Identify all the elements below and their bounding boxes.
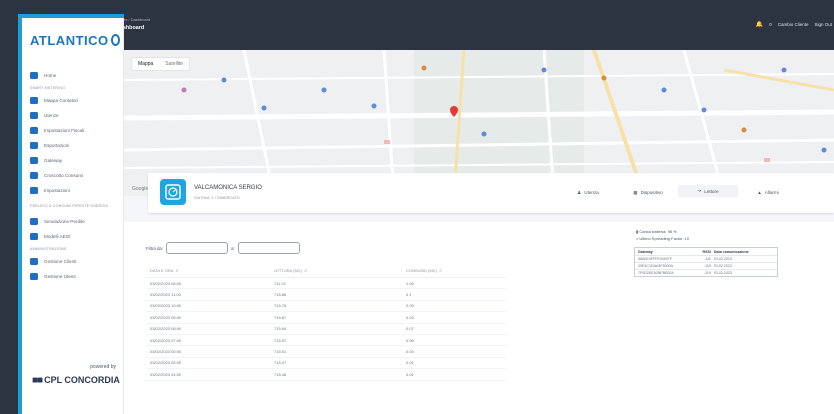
top-actions: 🔔 0 Cambio Cliente Sign Out — [756, 21, 832, 28]
filter-from-label: Filtra da: — [146, 245, 164, 251]
sidebar-item-clienti[interactable]: Gestione Clienti — [22, 254, 124, 269]
customer-card: VALCAMONICA SERGIO VIA RIVA, 1 / GIMERCA… — [148, 173, 834, 213]
tab-allarmi[interactable]: ▲ Allarmi — [738, 188, 798, 197]
table-header: DATA E ORA ⇵ LETTURA (MC) ⇵ CONSUMO (MC) ⇵ — [146, 264, 506, 278]
users-icon — [30, 112, 38, 119]
table-row: 00E4C1DAA3F5000A -115 03.02.2023 — [635, 262, 777, 269]
top-bar — [124, 0, 834, 50]
powered-by: powered by — [90, 364, 116, 370]
spreading-factor: ≈ Ultimo Spreading Factor: 10 — [636, 236, 690, 241]
table-row: 03/02/2023 07:00 715.57 0.06 — [146, 335, 506, 347]
sidebar-item-utenti[interactable]: Gestione Utenti — [22, 269, 124, 284]
table-row: 03/02/2023 08:00 715.64 0.07 — [146, 324, 506, 335]
sidebar-item-modelli[interactable]: Modelli AEGI — [22, 229, 124, 244]
sidebar-item-impostazioni[interactable]: Impostazioni — [22, 183, 124, 198]
map-tab-mappa[interactable]: Mappa — [132, 61, 159, 67]
sort-icon: ⇵ — [175, 268, 179, 273]
sort-icon: ⇵ — [304, 268, 308, 273]
logo-text: ATLANTICO — [30, 32, 109, 48]
gateway-table: Gateway RSSI Data comunicazione 58A0E4FFFE… — [634, 247, 778, 277]
table-row: 58A0E4FFFE00907F -111 03.02.2023 — [635, 255, 777, 262]
col-data-ora[interactable]: DATA E ORA ⇵ — [146, 268, 274, 273]
table-row: 03/02/2023 08:00 711.01 1.06 — [146, 278, 506, 290]
filter-to-label: a: — [231, 245, 235, 251]
sidebar-item-simulazione[interactable]: Simulazione Perdite — [22, 214, 124, 229]
table-row: 03/02/2023 11:00 715.86 0.1 — [146, 289, 506, 301]
logo-ring-icon — [110, 34, 120, 46]
bell-icon[interactable]: 🔔 — [756, 21, 763, 28]
section-preventive: PRELIEVI & CONSUMI PERDITE ENERGIA — [30, 203, 109, 208]
tab-dispositivo[interactable]: ▩ Dispositivo — [618, 188, 678, 197]
notification-count: 0 — [769, 22, 772, 27]
map-icon — [30, 97, 38, 104]
sidebar-item-cruscotto[interactable]: Cruscotto Consumi — [22, 168, 124, 183]
readings-table: DATA E ORA ⇵ LETTURA (MC) ⇵ CONSUMO (MC) ⇵ … — [146, 264, 506, 381]
map-type-tabs: Mappa Satellite — [132, 58, 190, 70]
device-icon: ▩ — [633, 189, 638, 195]
filter-from-input[interactable] — [166, 242, 229, 254]
sidebar-nav: Home SMART METERING Mappa Contatori Uten… — [22, 68, 124, 284]
sidebar-item-esportazioni[interactable]: Esportazioni — [22, 138, 124, 153]
home-icon — [30, 72, 38, 79]
date-filter: Filtra da: a: — [146, 242, 300, 254]
chart-icon — [30, 233, 38, 240]
readings-icon: ↝ — [697, 188, 702, 193]
table-row: 03/02/2023 06:00 715.51 0.04 — [146, 346, 506, 358]
user-gear-icon — [30, 273, 38, 280]
customer-tabs: ♟ Utenza ▩ Dispositivo ↝ Letture ▲ Allarmi — [558, 185, 798, 197]
folder-icon — [30, 127, 38, 134]
table-row: 7F0D2EEA2BFBE00A -119 03.02.2023 — [635, 269, 777, 276]
sidebar-item-gateway[interactable]: Gateway — [22, 153, 124, 168]
table-row: 03/02/2023 09:00 715.67 0.03 — [146, 312, 506, 324]
gateway-header: Gateway RSSI Data comunicazione — [638, 249, 749, 254]
google-logo: Google — [132, 186, 149, 192]
change-client-link[interactable]: Cambio Cliente — [778, 22, 809, 27]
device-info: ▮ Carica batteria: 98 % ≈ Ultimo Spreadi… — [636, 228, 689, 242]
table-row: 03/02/2023 10:00 715.76 0.09 — [146, 301, 506, 313]
clients-icon — [30, 258, 38, 265]
customer-name: VALCAMONICA SERGIO — [194, 185, 262, 191]
export-icon — [30, 142, 38, 149]
company-logo: ■■ CPL CONCORDIA — [32, 374, 120, 386]
sort-icon: ⇵ — [438, 268, 443, 273]
sidebar-item-utenze[interactable]: Utenze — [22, 108, 124, 123]
simulation-icon — [30, 218, 38, 225]
customer-address: VIA RIVA, 1 / GIMERCATO — [194, 196, 240, 200]
col-consumo[interactable]: CONSUMO (MC) ⇵ — [406, 268, 506, 273]
filter-to-input[interactable] — [237, 242, 300, 254]
meter-avatar — [160, 179, 186, 205]
sign-out-link[interactable]: Sign Out — [814, 22, 832, 27]
section-smart-metering: SMART METERING — [30, 86, 66, 90]
tab-letture[interactable]: ↝ Letture — [678, 185, 738, 197]
logo[interactable]: ATLANTICO — [30, 26, 120, 54]
sidebar-item-fiscali[interactable]: Impostazioni Fiscali — [22, 123, 124, 138]
col-lettura[interactable]: LETTURA (MC) ⇵ — [274, 268, 406, 273]
cpl-mark-icon: ■■ — [32, 374, 43, 386]
gateway-icon — [30, 157, 38, 164]
user-icon: ♟ — [577, 189, 582, 195]
readings-panel: Filtra da: a: DATA E ORA ⇵ LETTURA (MC) ⇵ … — [124, 222, 834, 414]
signal-icon: ≈ — [636, 236, 639, 241]
tab-utenza[interactable]: ♟ Utenza — [558, 188, 618, 197]
battery-icon: ▮ — [636, 229, 639, 234]
settings-icon — [30, 187, 38, 194]
sidebar-item-home[interactable]: Home — [22, 68, 124, 83]
sidebar-item-mappa[interactable]: Mappa Contatori — [22, 93, 124, 108]
sidebar: ATLANTICO Home SMART METERING Mappa Cont… — [22, 18, 124, 414]
table-row: 03/02/2023 04:00 715.46 0.01 — [146, 369, 506, 381]
section-admin: AMMINISTRAZIONE — [30, 247, 67, 251]
table-row: 03/02/2023 05:00 715.47 0.01 — [146, 358, 506, 370]
meter-icon — [165, 184, 181, 200]
dashboard-icon — [30, 172, 38, 179]
map-tab-satellite[interactable]: Satellite — [159, 61, 189, 67]
alarm-icon: ▲ — [757, 190, 762, 195]
battery-status: ▮ Carica batteria: 98 % — [636, 229, 677, 234]
